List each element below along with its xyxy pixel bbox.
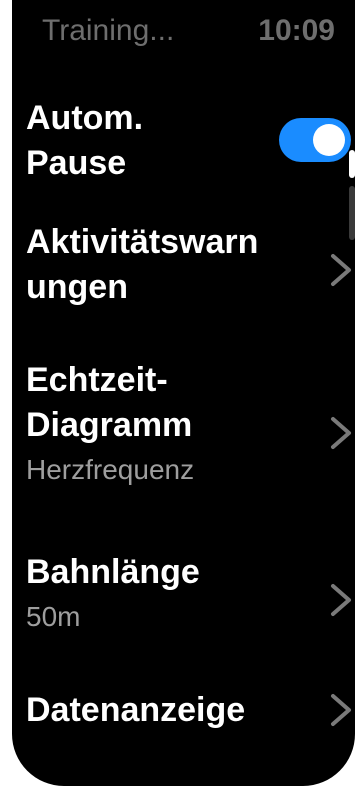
lane-length-value: 50m (26, 601, 81, 632)
scrollbar-thumb[interactable] (349, 150, 355, 178)
realtime-chart-label: Echtzeit- Diagramm (26, 361, 193, 444)
data-display-label: Datenanzeige (26, 691, 246, 729)
auto-pause-toggle[interactable] (279, 118, 351, 162)
chevron-right-icon (331, 694, 351, 726)
watch-screen: Training... 10:09 Autom. Pause Aktivität… (12, 0, 355, 786)
setting-lane-length[interactable]: Bahnlänge 50m (26, 550, 355, 650)
setting-realtime-chart[interactable]: Echtzeit- Diagramm Herzfrequenz (26, 358, 355, 518)
clock-time: 10:09 (258, 14, 335, 47)
chevron-right-icon (331, 417, 351, 449)
chevron-right-icon (331, 584, 351, 616)
setting-activity-alerts[interactable]: Aktivitätswarn ungen (26, 220, 355, 320)
workout-status-label: Training... (42, 14, 175, 47)
setting-data-display[interactable]: Datenanzeige (26, 688, 355, 738)
realtime-chart-value: Herzfrequenz (26, 454, 195, 485)
chevron-right-icon (331, 254, 351, 286)
lane-length-label: Bahnlänge (26, 553, 200, 591)
auto-pause-label: Autom. Pause (26, 99, 144, 182)
activity-alerts-label: Aktivitätswarn ungen (26, 223, 259, 306)
toggle-knob (313, 124, 345, 156)
status-bar: Training... 10:09 (12, 0, 355, 60)
